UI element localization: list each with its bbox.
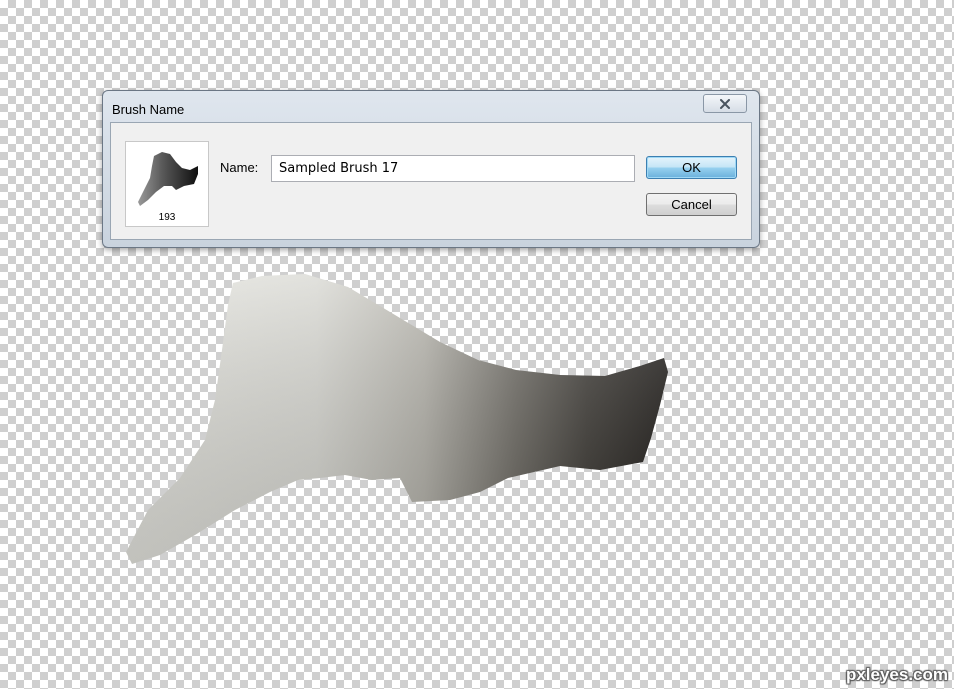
brush-preview-icon — [138, 152, 198, 206]
brush-name-dialog: Brush Name 193 Name: OK Ca — [102, 90, 760, 248]
brush-preview: 193 — [125, 141, 209, 227]
ok-button[interactable]: OK — [646, 156, 737, 179]
dialog-title: Brush Name — [112, 102, 185, 117]
name-label: Name: — [220, 160, 259, 175]
close-button[interactable] — [703, 94, 747, 113]
close-icon — [720, 98, 730, 109]
dialog-titlebar[interactable]: Brush Name — [103, 91, 759, 121]
brush-size-label: 193 — [158, 212, 176, 223]
watermark: pxleyes.com — [845, 665, 948, 684]
cancel-button[interactable]: Cancel — [646, 193, 737, 216]
dialog-body: 193 Name: OK Cancel — [110, 122, 752, 240]
brush-name-input[interactable] — [271, 155, 635, 182]
